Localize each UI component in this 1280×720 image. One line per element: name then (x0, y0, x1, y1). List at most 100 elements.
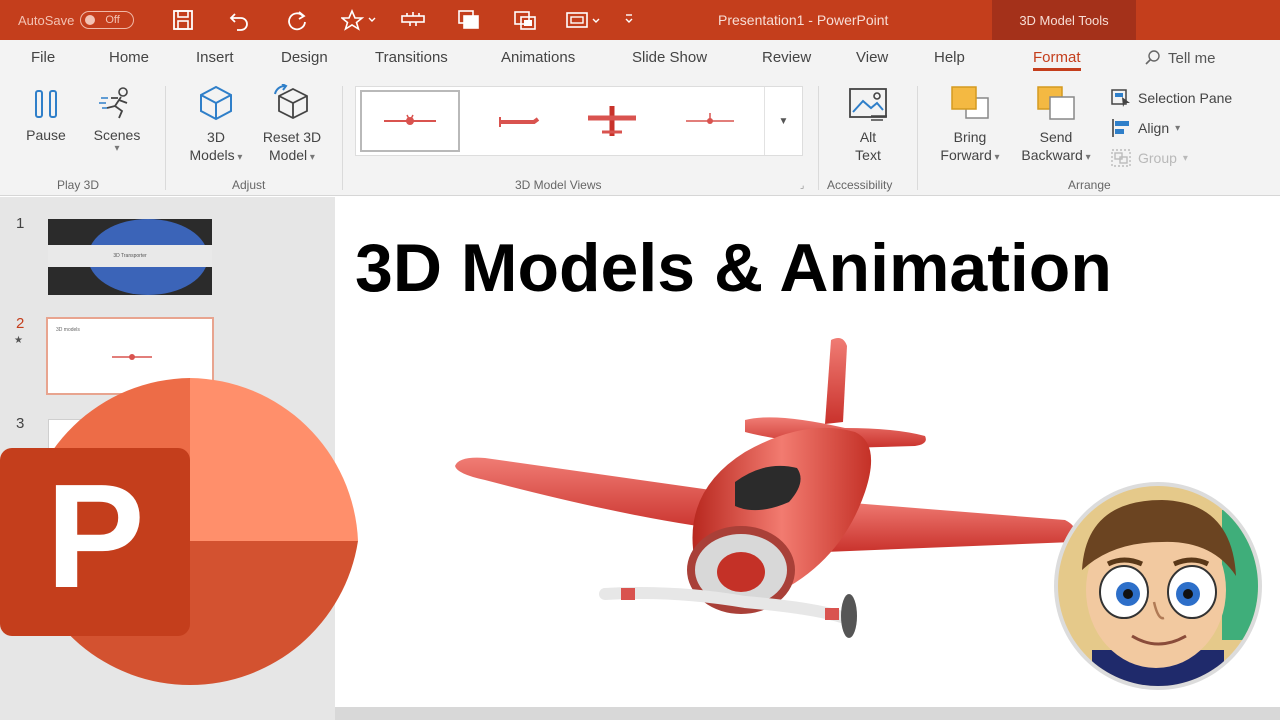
group-divider (818, 86, 819, 190)
dropdown-caret-icon: ▾ (234, 152, 243, 163)
send-backward-icon (1037, 86, 1075, 120)
tab-slide-show[interactable]: Slide Show (632, 49, 707, 66)
align-label: Align (1138, 120, 1170, 136)
save-icon[interactable] (170, 8, 196, 32)
propeller-hub (717, 552, 765, 592)
autosave-control[interactable]: AutoSave Off (18, 11, 135, 29)
tab-file[interactable]: File (31, 49, 55, 66)
tab-animations[interactable]: Animations (501, 49, 575, 66)
gallery-more-button[interactable]: ▼ (764, 87, 802, 155)
tab-transitions[interactable]: Transitions (375, 49, 448, 66)
scenes-button[interactable]: Scenes ▾ (88, 86, 146, 154)
scenes-label: Scenes (93, 127, 141, 143)
airplane-top-thumbnail-icon (588, 106, 636, 136)
send-backward-button[interactable]: Send Backward ▾ (1012, 84, 1100, 167)
autosave-state: Off (105, 14, 120, 26)
tell-me-label: Tell me (1168, 49, 1216, 67)
reset-cube-icon (274, 84, 308, 120)
3d-models-label-line2: Models (189, 147, 235, 163)
bring-forward-icon (951, 86, 989, 119)
redo-icon[interactable] (284, 8, 310, 32)
slide-title[interactable]: 3D Models & Animation (355, 229, 1112, 307)
group-label-3d-model-views: 3D Model Views (515, 178, 602, 192)
tab-format[interactable]: Format (1033, 49, 1081, 71)
group-label-accessibility: Accessibility (827, 178, 893, 192)
send-backward-label-line1: Send (1039, 129, 1073, 145)
dropdown-caret-icon: ▾ (1182, 152, 1188, 164)
tab-help[interactable]: Help (934, 49, 965, 66)
document-title: Presentation1 - PowerPoint (718, 12, 889, 28)
tab-view[interactable]: View (856, 49, 888, 66)
tab-design[interactable]: Design (281, 49, 328, 66)
group-divider (917, 86, 918, 190)
airplane-back-thumbnail-icon (686, 113, 734, 124)
dropdown-caret-icon: ▾ (1175, 122, 1181, 134)
present-icon[interactable] (512, 8, 538, 32)
dropdown-caret-icon: ▾ (307, 152, 315, 163)
group-label: Group (1138, 150, 1177, 166)
view-preset-side[interactable] (466, 90, 566, 152)
status-bar-edge (335, 707, 1280, 720)
tail-fin (825, 338, 847, 424)
undo-icon[interactable] (226, 8, 252, 32)
alt-text-label-line1: Alt (859, 129, 877, 145)
group-divider (342, 86, 343, 190)
star-icon[interactable] (340, 8, 382, 32)
logo-letter: P (46, 454, 145, 619)
airplane-front-thumbnail-icon (384, 114, 436, 125)
slide-number: 1 (16, 215, 25, 232)
dropdown-caret-icon: ▾ (114, 143, 120, 154)
alt-text-label-line2: Text (855, 147, 881, 163)
duplicate-icon[interactable] (456, 8, 482, 32)
selection-pane-label: Selection Pane (1138, 90, 1233, 106)
ruler-icon[interactable] (400, 8, 426, 32)
selection-pane-icon (1111, 89, 1130, 107)
screen-icon[interactable] (564, 8, 606, 32)
3d-models-button[interactable]: 3D Models ▾ (180, 84, 252, 167)
group-button[interactable]: Group ▾ (1110, 148, 1188, 168)
send-backward-label-line2: Backward (1021, 147, 1083, 163)
reset-3d-label-line2: Model (269, 147, 308, 163)
powerpoint-logo: P (0, 378, 358, 685)
alt-text-image-icon (849, 88, 887, 121)
pause-label: Pause (26, 127, 66, 143)
selection-pane-button[interactable]: Selection Pane (1110, 88, 1232, 108)
dialog-launcher-icon[interactable]: ⌟ (800, 180, 804, 191)
view-preset-front[interactable] (360, 90, 460, 152)
reset-3d-label-line1: Reset 3D (262, 129, 322, 145)
cube-icon (200, 85, 232, 121)
group-label-play-3d: Play 3D (57, 178, 100, 192)
toggle-knob (85, 15, 96, 25)
thumbnail-title: 3D models (56, 327, 80, 333)
bring-forward-button[interactable]: Bring Forward ▾ (928, 84, 1012, 167)
lightbulb-icon (1145, 50, 1160, 65)
customize-icon[interactable] (616, 8, 642, 32)
airplane-3d-model[interactable] (445, 332, 1085, 652)
tab-review[interactable]: Review (762, 49, 811, 66)
tell-me-search[interactable]: Tell me (1144, 49, 1216, 67)
reset-3d-model-button[interactable]: Reset 3D Model ▾ (254, 84, 330, 167)
airplane-side-thumbnail-icon (499, 117, 540, 127)
autosave-toggle[interactable]: Off (80, 11, 135, 29)
chevron-down-icon: ▼ (778, 115, 789, 127)
view-preset-back[interactable] (660, 90, 760, 152)
pause-button[interactable]: Pause (20, 88, 72, 144)
landing-wheel (841, 594, 857, 638)
bring-forward-label-line2: Forward (940, 147, 992, 163)
ribbon-tabs: File Home Insert Design Transitions Anim… (0, 40, 1280, 78)
alt-text-button[interactable]: Alt Text (838, 86, 898, 164)
running-figure-icon (99, 87, 128, 119)
tab-home[interactable]: Home (109, 49, 149, 66)
tab-insert[interactable]: Insert (196, 49, 234, 66)
slide-thumbnail-1[interactable]: 3D Transporter (48, 219, 212, 295)
view-preset-top[interactable] (562, 90, 662, 152)
group-objects-icon (1111, 149, 1131, 167)
dropdown-caret-icon: ▾ (991, 152, 1000, 163)
context-tab-3d-model-tools: 3D Model Tools (992, 0, 1136, 40)
group-divider (165, 86, 166, 190)
presenter-avatar (1054, 482, 1262, 690)
align-button[interactable]: Align ▾ (1110, 118, 1180, 138)
airplane-thumbnail-icon (112, 354, 152, 360)
group-label-arrange: Arrange (1068, 178, 1111, 192)
thumbnail-title-band: 3D Transporter (48, 245, 212, 267)
